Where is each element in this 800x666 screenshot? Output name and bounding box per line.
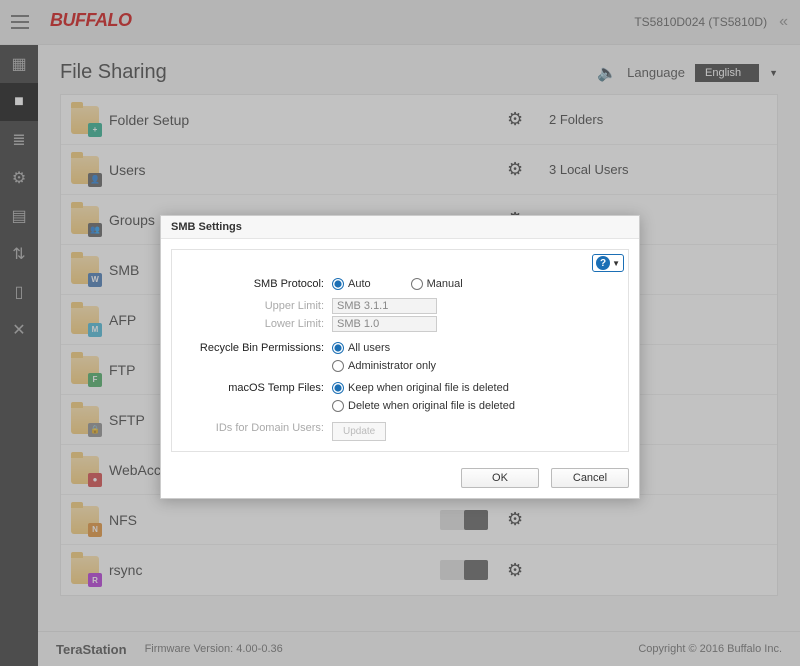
recycle-label: Recycle Bin Permissions: [182, 342, 332, 372]
macos-delete-radio[interactable]: Delete when original file is deleted [332, 400, 515, 412]
ids-label: IDs for Domain Users: [182, 422, 332, 441]
help-button[interactable]: ? ▼ [592, 254, 624, 272]
macos-keep-radio[interactable]: Keep when original file is deleted [332, 382, 515, 394]
smb-settings-modal: SMB Settings ? ▼ SMB Protocol: Auto Manu… [160, 215, 640, 499]
ok-button[interactable]: OK [461, 468, 539, 488]
macos-label: macOS Temp Files: [182, 382, 332, 412]
lower-limit-select [332, 316, 437, 332]
lower-limit-label: Lower Limit: [182, 318, 332, 330]
update-button: Update [332, 422, 386, 441]
smb-protocol-label: SMB Protocol: [182, 278, 332, 290]
modal-title: SMB Settings [161, 216, 639, 239]
help-icon: ? [596, 256, 610, 270]
cancel-button[interactable]: Cancel [551, 468, 629, 488]
upper-limit-label: Upper Limit: [182, 300, 332, 312]
proto-auto-radio[interactable]: Auto [332, 278, 371, 290]
recycle-all-radio[interactable]: All users [332, 342, 436, 354]
proto-manual-radio[interactable]: Manual [411, 278, 463, 290]
chevron-down-icon: ▼ [612, 259, 620, 268]
recycle-admin-radio[interactable]: Administrator only [332, 360, 436, 372]
upper-limit-select [332, 298, 437, 314]
